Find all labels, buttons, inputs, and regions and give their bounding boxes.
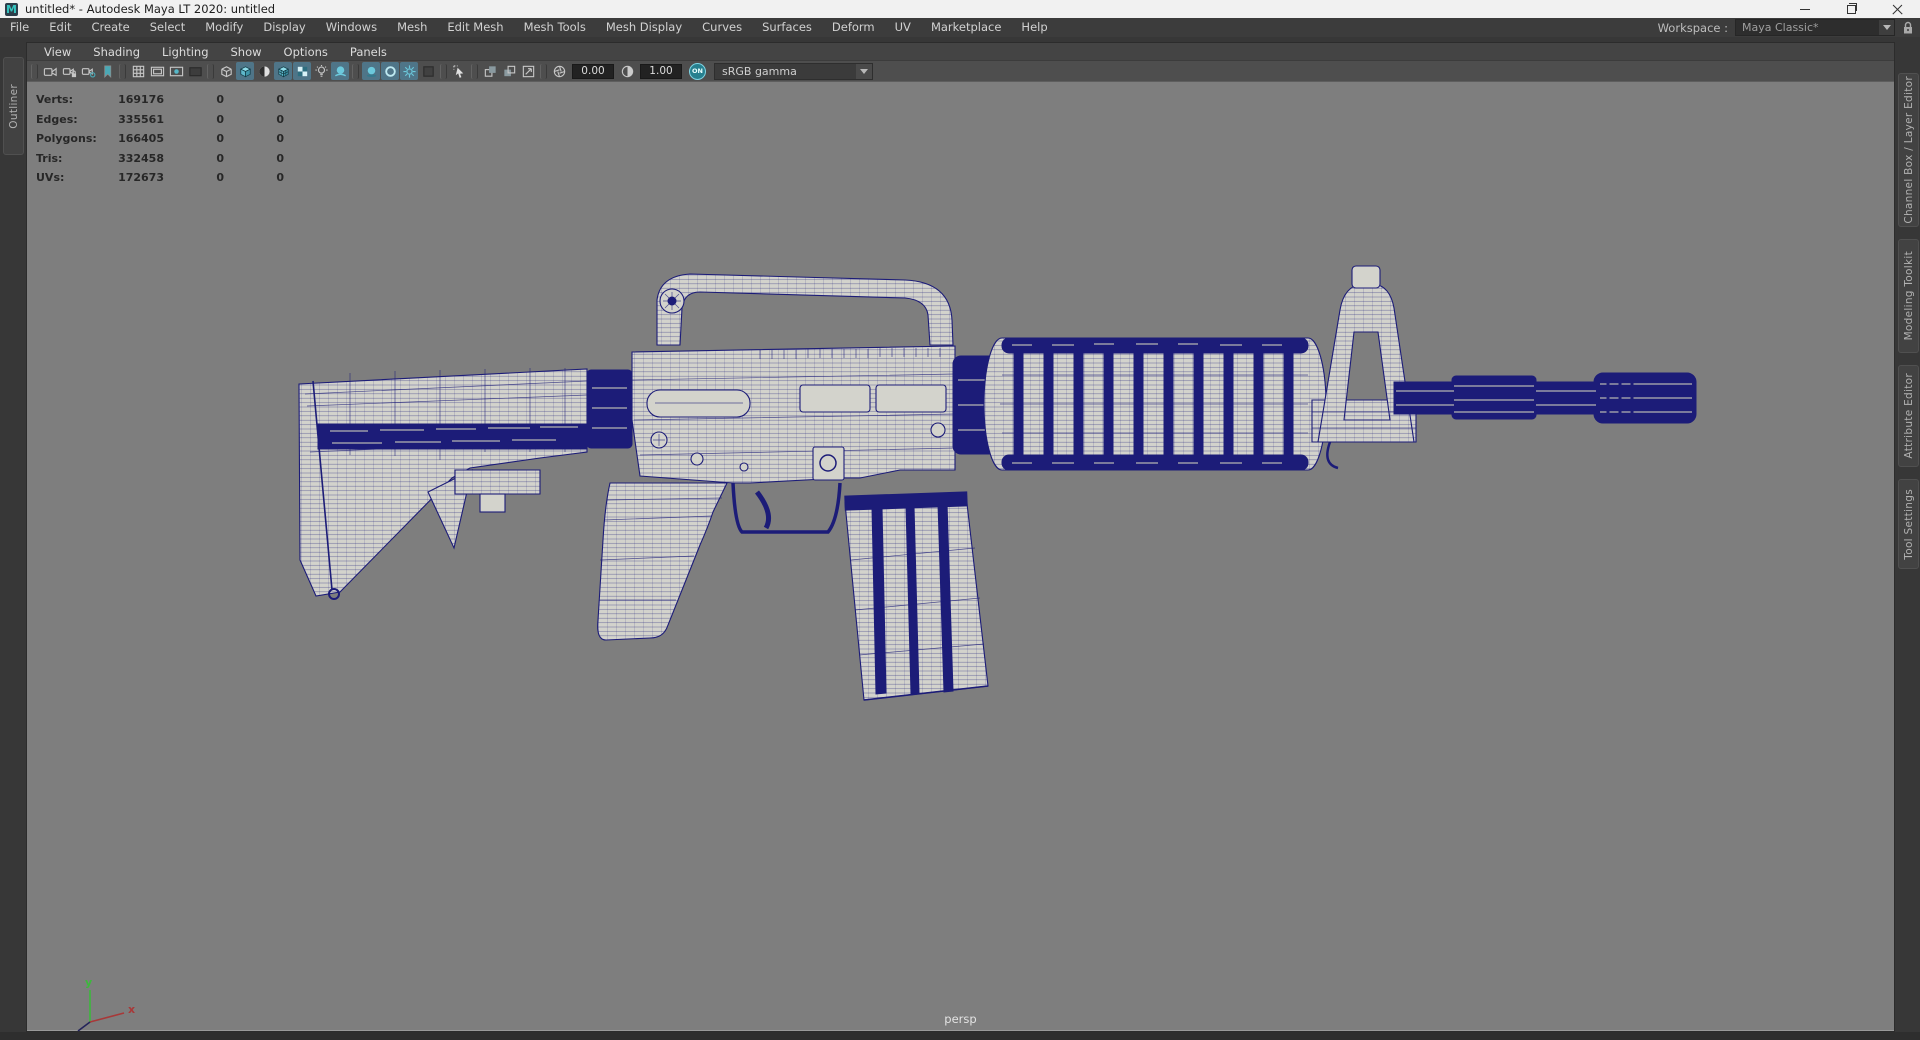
motion-blur-icon[interactable] bbox=[381, 62, 399, 80]
hud-label: Edges: bbox=[36, 112, 78, 126]
restore-button[interactable] bbox=[1828, 0, 1874, 18]
menu-deform[interactable]: Deform bbox=[822, 18, 885, 37]
wireframe-on-shaded-icon[interactable] bbox=[255, 62, 273, 80]
menu-mesh-tools[interactable]: Mesh Tools bbox=[514, 18, 596, 37]
panel-menu-options[interactable]: Options bbox=[273, 45, 339, 59]
minimize-button[interactable] bbox=[1782, 0, 1828, 18]
viewport-3d[interactable]: Verts: 169176 0 0 Edges: 335561 0 0 Polygons: 1… bbox=[27, 81, 1894, 1031]
restore-icon bbox=[1846, 3, 1857, 14]
menu-file[interactable]: File bbox=[0, 18, 39, 37]
poly-count-hud: Verts: 169176 0 0 Edges: 335561 0 0 Polygons: 1… bbox=[36, 93, 284, 191]
resolution-gate-icon[interactable] bbox=[167, 62, 185, 80]
toolbar-separator bbox=[352, 63, 359, 79]
smooth-shade-icon[interactable] bbox=[236, 62, 254, 80]
contrast-icon[interactable] bbox=[618, 62, 636, 80]
tab-modeling-toolkit[interactable]: Modeling Toolkit bbox=[1898, 239, 1919, 353]
camera-attributes-icon[interactable] bbox=[79, 62, 97, 80]
menu-windows[interactable]: Windows bbox=[316, 18, 387, 37]
workspace-value: Maya Classic* bbox=[1742, 21, 1819, 34]
menu-modify[interactable]: Modify bbox=[195, 18, 253, 37]
panel-menu-lighting[interactable]: Lighting bbox=[151, 45, 219, 59]
hud-label: Polygons: bbox=[36, 132, 97, 145]
textured-mode-icon[interactable] bbox=[274, 62, 292, 80]
close-icon bbox=[1892, 4, 1903, 15]
menu-edit[interactable]: Edit bbox=[39, 18, 81, 37]
select-tool-icon[interactable] bbox=[450, 62, 468, 80]
isolate-selected-view-icon[interactable] bbox=[500, 62, 518, 80]
menu-mesh-display[interactable]: Mesh Display bbox=[596, 18, 692, 37]
anti-aliasing-icon[interactable] bbox=[400, 62, 418, 80]
color-management-toggle[interactable]: ON bbox=[689, 62, 706, 80]
film-gate-icon[interactable] bbox=[148, 62, 166, 80]
menu-marketplace[interactable]: Marketplace bbox=[921, 18, 1011, 37]
panel-menu-shading[interactable]: Shading bbox=[82, 45, 151, 59]
isolate-select-icon[interactable] bbox=[481, 62, 499, 80]
camera-name-label: persp bbox=[944, 1012, 977, 1026]
grid-icon[interactable] bbox=[129, 62, 147, 80]
lock-workspace-icon[interactable] bbox=[1902, 21, 1914, 35]
toolbar-separator bbox=[471, 63, 478, 79]
workspace-area: Workspace : Maya Classic* bbox=[1658, 19, 1920, 36]
depth-of-field-icon[interactable] bbox=[419, 62, 437, 80]
exposure-icon[interactable] bbox=[550, 62, 568, 80]
panel-menu-view[interactable]: View bbox=[33, 45, 82, 59]
use-all-lights-icon[interactable] bbox=[293, 62, 311, 80]
exposure-field[interactable]: 0.00 bbox=[572, 63, 614, 79]
view-transform-arrow-icon bbox=[856, 63, 872, 79]
workspace-dropdown-arrow-icon bbox=[1879, 20, 1894, 35]
maya-application-window: M untitled* - Autodesk Maya LT 2020: unt… bbox=[0, 0, 1920, 1040]
toolbar-separator bbox=[540, 63, 547, 79]
toolbar-separator bbox=[31, 63, 38, 79]
panel-menu-show[interactable]: Show bbox=[220, 45, 273, 59]
panel-menu-panels[interactable]: Panels bbox=[339, 45, 398, 59]
menu-mesh[interactable]: Mesh bbox=[387, 18, 437, 37]
maya-app-icon: M bbox=[5, 2, 18, 16]
title-bar: M untitled* - Autodesk Maya LT 2020: unt… bbox=[0, 0, 1920, 18]
menu-create[interactable]: Create bbox=[82, 18, 140, 37]
tab-channel-box-layer-editor[interactable]: Channel Box / Layer Editor bbox=[1898, 73, 1919, 227]
menu-edit-mesh[interactable]: Edit Mesh bbox=[437, 18, 513, 37]
viewport-panel: View Shading Lighting Show Options Panel… bbox=[26, 42, 1895, 1032]
left-sidebar: Outliner bbox=[0, 37, 26, 1032]
tab-outliner[interactable]: Outliner bbox=[3, 57, 24, 155]
shadows-icon[interactable] bbox=[331, 62, 349, 80]
hud-label: Tris: bbox=[36, 151, 63, 165]
menu-display[interactable]: Display bbox=[253, 18, 315, 37]
main-menu-bar: File Edit Create Select Modify Display W… bbox=[0, 18, 1920, 37]
toolbar-separator bbox=[119, 63, 126, 79]
window-bottom-edge bbox=[0, 1032, 1920, 1040]
view-transform-value: sRGB gamma bbox=[722, 64, 797, 78]
menu-help[interactable]: Help bbox=[1011, 18, 1057, 37]
tab-tool-settings[interactable]: Tool Settings bbox=[1898, 479, 1919, 569]
right-sidebar: Channel Box / Layer Editor Modeling Tool… bbox=[1895, 37, 1920, 1032]
zoom-region-icon[interactable] bbox=[519, 62, 537, 80]
gate-mask-icon[interactable] bbox=[186, 62, 204, 80]
hud-label: Verts: bbox=[36, 93, 74, 106]
lock-camera-icon[interactable] bbox=[60, 62, 78, 80]
menu-select[interactable]: Select bbox=[140, 18, 195, 37]
menu-surfaces[interactable]: Surfaces bbox=[752, 18, 822, 37]
ssao-icon[interactable] bbox=[362, 62, 380, 80]
bookmark-icon[interactable] bbox=[98, 62, 116, 80]
window-title: untitled* - Autodesk Maya LT 2020: untit… bbox=[25, 2, 276, 16]
select-camera-icon[interactable] bbox=[41, 62, 59, 80]
menu-uv[interactable]: UV bbox=[885, 18, 921, 37]
hud-label: UVs: bbox=[36, 171, 65, 184]
panel-toolbar: 0.00 1.00 ON sRGB gamma bbox=[27, 60, 1894, 81]
minimize-icon bbox=[1800, 8, 1810, 10]
contrast-field[interactable]: 1.00 bbox=[640, 63, 682, 79]
menu-curves[interactable]: Curves bbox=[692, 18, 752, 37]
window-controls bbox=[1782, 0, 1920, 18]
tab-attribute-editor[interactable]: Attribute Editor bbox=[1898, 365, 1919, 467]
toolbar-separator bbox=[207, 63, 214, 79]
default-lighting-icon[interactable] bbox=[312, 62, 330, 80]
wireframe-mode-icon[interactable] bbox=[217, 62, 235, 80]
view-transform-select[interactable]: sRGB gamma bbox=[714, 62, 873, 80]
close-button[interactable] bbox=[1874, 0, 1920, 18]
toolbar-separator bbox=[440, 63, 447, 79]
workspace-label: Workspace : bbox=[1657, 20, 1728, 35]
workspace-select[interactable]: Maya Classic* bbox=[1735, 19, 1895, 36]
panel-menu-bar: View Shading Lighting Show Options Panel… bbox=[27, 43, 1894, 60]
